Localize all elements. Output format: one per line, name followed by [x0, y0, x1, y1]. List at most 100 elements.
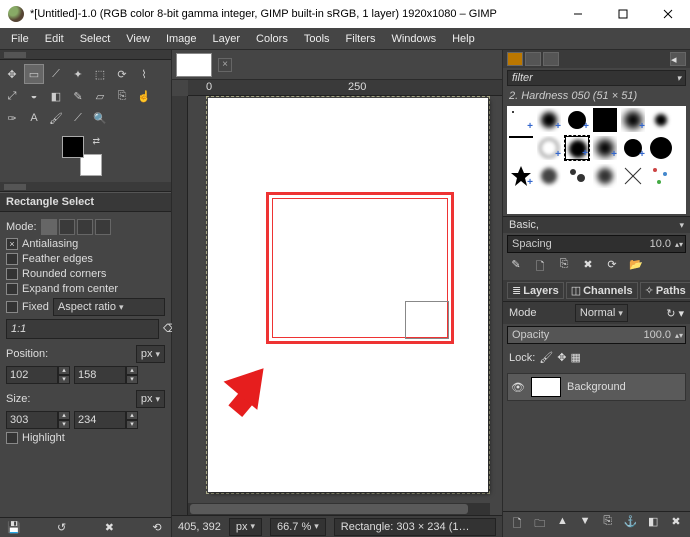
tool-eraser[interactable]: ▱	[90, 86, 110, 106]
dup-brush-icon[interactable]: ⎘	[557, 258, 571, 277]
tool-zoom[interactable]: 🔍	[90, 108, 110, 128]
tool-warp[interactable]: ⌇	[134, 64, 154, 84]
reset-icon[interactable]: ⟲	[149, 521, 165, 534]
tool-color-picker[interactable]: ⟋	[68, 108, 88, 128]
ruler-horizontal[interactable]: 0 250	[188, 80, 502, 96]
feather-check[interactable]	[6, 253, 18, 265]
rounded-check[interactable]	[6, 268, 18, 280]
open-brush-icon[interactable]: 📂	[629, 258, 643, 277]
lock-position-icon[interactable]: ✥	[557, 351, 566, 364]
opacity-spinner[interactable]: ▴▾	[675, 331, 683, 340]
mask-layer-icon[interactable]: ◧	[645, 515, 661, 534]
menu-edit[interactable]: Edit	[38, 31, 71, 47]
tool-pencil[interactable]: ✎	[68, 86, 88, 106]
position-unit-dropdown[interactable]: px▾	[136, 345, 165, 363]
tool-rect-select[interactable]: ▭	[24, 64, 44, 84]
menu-windows[interactable]: Windows	[384, 31, 443, 47]
tool-move[interactable]: ✥	[2, 64, 22, 84]
canvas-viewport[interactable]	[188, 96, 502, 515]
menu-select[interactable]: Select	[73, 31, 118, 47]
tool-clone[interactable]: ⎘	[112, 86, 132, 106]
tool-gradient[interactable]: ◧	[46, 86, 66, 106]
tool-smudge[interactable]: ☝	[134, 86, 154, 106]
horizontal-scrollbar[interactable]	[188, 503, 490, 515]
lock-pixels-icon[interactable]: 🖌	[539, 351, 553, 364]
tool-rotate[interactable]: ⟳	[112, 64, 132, 84]
new-layer-icon[interactable]: 🗋	[509, 515, 525, 534]
tool-fuzzy-select[interactable]: ✦	[68, 64, 88, 84]
tool-crop[interactable]: ⬚	[90, 64, 110, 84]
del-brush-icon[interactable]: ✖	[581, 258, 595, 277]
tab-fonts[interactable]	[543, 52, 559, 66]
tab-paths[interactable]: ✧Paths	[640, 282, 690, 299]
fixed-type-dropdown[interactable]: Aspect ratio▾	[53, 298, 165, 316]
dup-layer-icon[interactable]: ⎘	[600, 515, 616, 534]
mode-subtract[interactable]	[77, 219, 93, 235]
merge-layer-icon[interactable]: ⚓	[623, 515, 639, 534]
tool-brush[interactable]: 🖌	[46, 108, 66, 128]
tool-bucket[interactable]: ◒	[24, 86, 44, 106]
delete-layer-icon[interactable]: ✖	[668, 515, 684, 534]
edit-brush-icon[interactable]: ✎	[509, 258, 523, 277]
maximize-button[interactable]	[600, 0, 645, 28]
mode-switch-icon[interactable]: ↻ ▾	[666, 307, 684, 320]
image-tab-thumb[interactable]	[176, 53, 212, 77]
raise-layer-icon[interactable]: ▲	[554, 515, 570, 534]
close-button[interactable]	[645, 0, 690, 28]
ratio-input[interactable]	[6, 319, 159, 339]
highlight-check[interactable]	[6, 432, 18, 444]
tab-layers[interactable]: ≣Layers	[507, 282, 564, 299]
minimize-button[interactable]	[555, 0, 600, 28]
delete-icon[interactable]: ✖	[101, 521, 117, 534]
ruler-vertical[interactable]	[172, 96, 188, 515]
size-h-input[interactable]: ▴▾	[74, 411, 138, 429]
opacity-slider[interactable]: Opacity 100.0 ▴▾	[507, 326, 686, 344]
fg-color[interactable]	[62, 136, 84, 158]
swap-colors-icon[interactable]: ⇄	[92, 136, 100, 147]
visibility-icon[interactable]: 👁	[511, 381, 525, 394]
layer-name[interactable]: Background	[567, 381, 626, 393]
pos-x-input[interactable]: ▴▾	[6, 366, 70, 384]
antialias-check[interactable]	[6, 238, 18, 250]
mode-add[interactable]	[59, 219, 75, 235]
size-w-input[interactable]: ▴▾	[6, 411, 70, 429]
restore-icon[interactable]: ↺	[54, 521, 70, 534]
layer-group-icon[interactable]: 🗀	[532, 515, 548, 534]
menu-view[interactable]: View	[119, 31, 157, 47]
lower-layer-icon[interactable]: ▼	[577, 515, 593, 534]
pos-y-input[interactable]: ▴▾	[74, 366, 138, 384]
menu-tools[interactable]: Tools	[297, 31, 337, 47]
tool-free-select[interactable]: ⟋	[46, 64, 66, 84]
selection-rectangle[interactable]	[266, 192, 454, 344]
save-preset-icon[interactable]: 💾	[6, 521, 22, 534]
brush-grid[interactable]: + + + + + + + + +	[507, 106, 686, 214]
tab-brushes[interactable]	[507, 52, 523, 66]
menu-help[interactable]: Help	[445, 31, 482, 47]
new-brush-icon[interactable]: 🗋	[533, 258, 547, 277]
tab-channels[interactable]: ◫Channels	[566, 282, 638, 299]
mode-replace[interactable]	[41, 219, 57, 235]
menu-file[interactable]: File	[4, 31, 36, 47]
size-unit-dropdown[interactable]: px▾	[136, 390, 165, 408]
expand-check[interactable]	[6, 283, 18, 295]
brush-preset-row[interactable]: Basic,▾	[503, 216, 690, 233]
image-tab-close[interactable]: ×	[218, 58, 232, 72]
menu-layer[interactable]: Layer	[206, 31, 248, 47]
layer-row-background[interactable]: 👁 Background	[507, 373, 686, 401]
tab-patterns[interactable]	[525, 52, 541, 66]
layer-mode-dropdown[interactable]: Normal▾	[575, 304, 628, 322]
tool-scale[interactable]: ⤢	[2, 86, 22, 106]
spacing-slider[interactable]: Spacing 10.0 ▴▾	[507, 235, 686, 253]
spacing-spinner[interactable]: ▴▾	[675, 240, 683, 249]
status-unit-dropdown[interactable]: px▾	[229, 518, 262, 536]
menu-image[interactable]: Image	[159, 31, 204, 47]
brush-filter[interactable]: filter ▾	[507, 70, 686, 86]
scrollbar-thumb[interactable]	[190, 504, 468, 514]
selection-handle-br[interactable]	[405, 301, 449, 339]
fixed-check[interactable]	[6, 301, 18, 313]
tab-menu-icon[interactable]: ◂	[670, 52, 686, 66]
status-zoom-dropdown[interactable]: 66.7 %▾	[270, 518, 326, 536]
mode-intersect[interactable]	[95, 219, 111, 235]
tool-text[interactable]: A	[24, 108, 44, 128]
refresh-brush-icon[interactable]: ⟳	[605, 258, 619, 277]
